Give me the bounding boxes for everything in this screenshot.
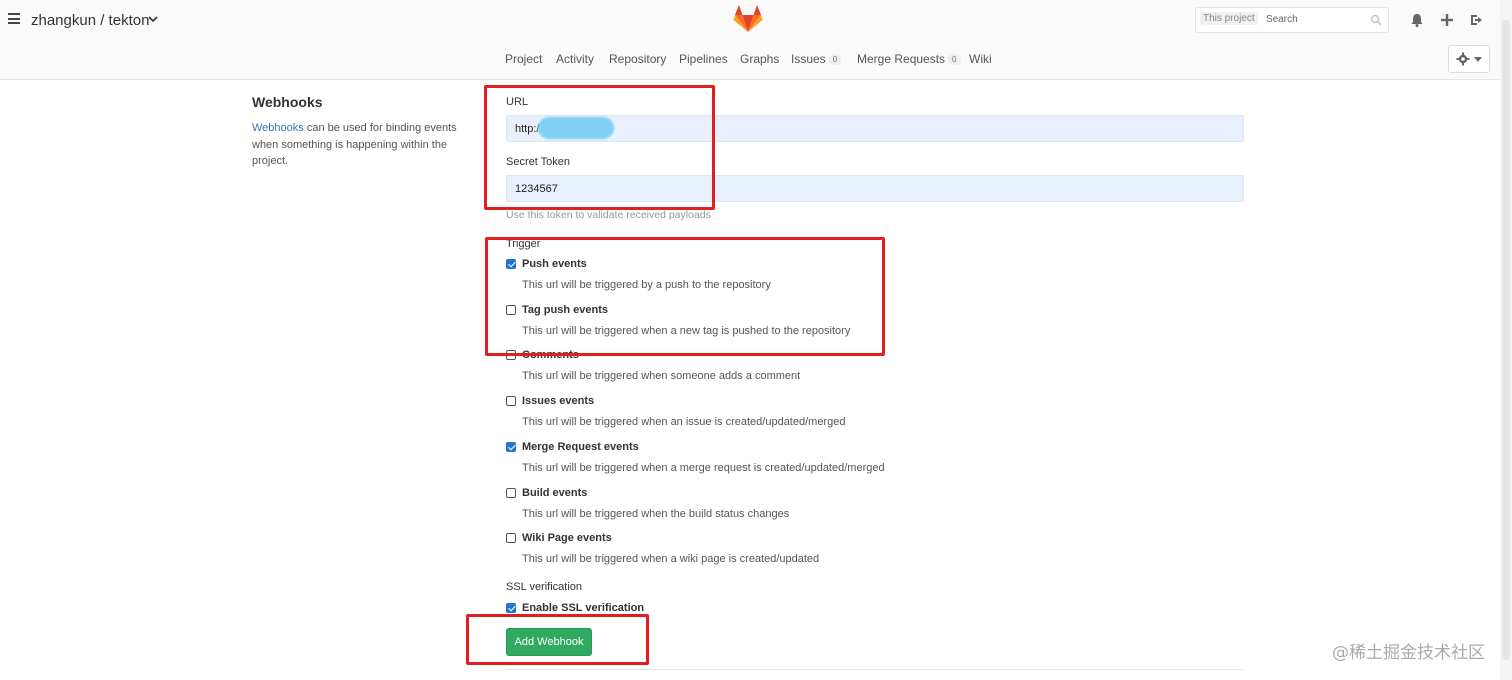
gitlab-logo[interactable]: [733, 5, 763, 33]
wiki-page-events-description: This url will be triggered when a wiki p…: [522, 553, 820, 565]
build-events-checkbox[interactable]: [506, 488, 516, 498]
top-header: zhangkun / tekton This project Search: [0, 0, 1512, 40]
ssl-verification-checkbox[interactable]: [506, 603, 516, 613]
settings-dropdown-button[interactable]: [1448, 45, 1490, 73]
bell-icon[interactable]: [1409, 12, 1425, 28]
nav-wiki[interactable]: Wiki: [969, 52, 992, 66]
menu-icon[interactable]: [8, 13, 20, 24]
issues-count-badge: 0: [828, 54, 842, 66]
wiki-page-events-label: Wiki Page events: [522, 532, 612, 544]
project-title[interactable]: zhangkun / tekton: [31, 12, 149, 29]
gear-icon: [1456, 52, 1470, 66]
ssl-verification-option: Enable SSL verification: [522, 602, 645, 614]
form-divider: [506, 669, 1244, 670]
annotation-box-triggers: [485, 237, 885, 356]
scrollbar-thumb[interactable]: [1502, 20, 1510, 660]
secret-token-help: Use this token to validate received payl…: [506, 209, 711, 221]
section-description: Webhooks can be used for binding events …: [252, 120, 464, 170]
issues-events-checkbox[interactable]: [506, 396, 516, 406]
issues-events-label: Issues events: [522, 395, 595, 407]
merge-requests-count-badge: 0: [948, 54, 961, 66]
caret-down-icon: [1474, 57, 1482, 62]
nav-pipelines[interactable]: Pipelines: [679, 52, 728, 66]
sign-out-icon[interactable]: [1469, 12, 1485, 28]
webhooks-help-link[interactable]: Webhooks: [252, 122, 304, 134]
merge-request-events-checkbox[interactable]: [506, 442, 516, 452]
search-placeholder: Search: [1266, 14, 1298, 25]
chevron-down-icon[interactable]: [148, 14, 158, 24]
annotation-box-url-token: [484, 85, 715, 210]
annotation-box-add-button: [466, 614, 649, 665]
nav-activity[interactable]: Activity: [556, 52, 594, 66]
watermark: @稀土掘金技术社区: [1332, 643, 1485, 663]
project-nav: Project Activity Repository Pipelines Gr…: [0, 40, 1512, 80]
section-title: Webhooks: [252, 94, 323, 110]
build-events-description: This url will be triggered when the buil…: [522, 508, 790, 520]
nav-graphs[interactable]: Graphs: [740, 52, 779, 66]
search-scope-badge: This project: [1200, 12, 1258, 25]
plus-icon[interactable]: [1439, 12, 1455, 28]
nav-issues-label: Issues: [791, 52, 826, 66]
issues-events-description: This url will be triggered when an issue…: [522, 416, 846, 428]
nav-project[interactable]: Project: [505, 52, 542, 66]
nav-merge-requests[interactable]: Merge Requests 0: [857, 52, 961, 66]
merge-request-events-label: Merge Request events: [522, 441, 639, 453]
merge-request-events-description: This url will be triggered when a merge …: [522, 462, 885, 474]
search-input[interactable]: This project Search: [1195, 7, 1389, 33]
nav-repository[interactable]: Repository: [609, 52, 666, 66]
ssl-verification-label: SSL verification: [506, 581, 583, 593]
comments-description: This url will be triggered when someone …: [522, 370, 801, 382]
wiki-page-events-checkbox[interactable]: [506, 533, 516, 543]
build-events-label: Build events: [522, 487, 588, 499]
nav-issues[interactable]: Issues 0: [791, 52, 842, 66]
nav-merge-requests-label: Merge Requests: [857, 52, 946, 66]
search-icon: [1370, 14, 1382, 26]
